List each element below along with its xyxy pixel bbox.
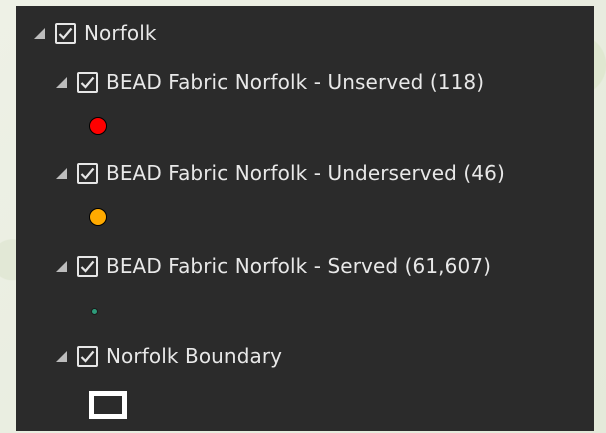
layer-label: BEAD Fabric Norfolk - Served (61,607) <box>106 254 492 278</box>
expand-arrow-icon[interactable] <box>56 76 67 88</box>
layer-visibility-checkbox[interactable] <box>77 345 98 367</box>
layer-label: BEAD Fabric Norfolk - Underserved (46) <box>106 161 505 185</box>
group-visibility-checkbox[interactable] <box>55 22 76 44</box>
legend-symbol-row-underserved[interactable] <box>89 202 107 232</box>
layer-visibility-checkbox[interactable] <box>77 162 98 184</box>
expand-arrow-icon[interactable] <box>56 260 67 272</box>
legend-symbol-row-served[interactable] <box>91 296 98 326</box>
checkmark-icon <box>80 76 95 89</box>
layer-row-served[interactable]: BEAD Fabric Norfolk - Served (61,607) <box>56 251 491 281</box>
contents-pane: Norfolk BEAD Fabric Norfolk - Unserved (… <box>16 6 594 431</box>
orange-circle-symbol-icon <box>89 208 107 226</box>
group-label: Norfolk <box>84 21 157 45</box>
checkmark-icon <box>80 260 95 273</box>
expand-arrow-icon[interactable] <box>34 27 45 39</box>
layer-visibility-checkbox[interactable] <box>77 71 98 93</box>
legend-symbol-row-unserved[interactable] <box>89 111 107 141</box>
red-circle-symbol-icon <box>89 117 107 135</box>
green-circle-symbol-icon <box>91 307 98 315</box>
layer-visibility-checkbox[interactable] <box>77 255 98 277</box>
layer-label: Norfolk Boundary <box>106 344 283 368</box>
layer-row-underserved[interactable]: BEAD Fabric Norfolk - Underserved (46) <box>56 158 505 188</box>
expand-arrow-icon[interactable] <box>56 350 67 362</box>
checkmark-icon <box>80 350 95 363</box>
checkmark-icon <box>80 167 95 180</box>
layer-label: BEAD Fabric Norfolk - Unserved (118) <box>106 70 485 94</box>
checkmark-icon <box>58 27 73 40</box>
layer-row-unserved[interactable]: BEAD Fabric Norfolk - Unserved (118) <box>56 67 484 97</box>
legend-symbol-row-boundary[interactable] <box>89 390 127 420</box>
polygon-outline-symbol-icon <box>89 391 127 419</box>
group-row-norfolk[interactable]: Norfolk <box>34 18 157 48</box>
expand-arrow-icon[interactable] <box>56 167 67 179</box>
layer-row-boundary[interactable]: Norfolk Boundary <box>56 341 282 371</box>
